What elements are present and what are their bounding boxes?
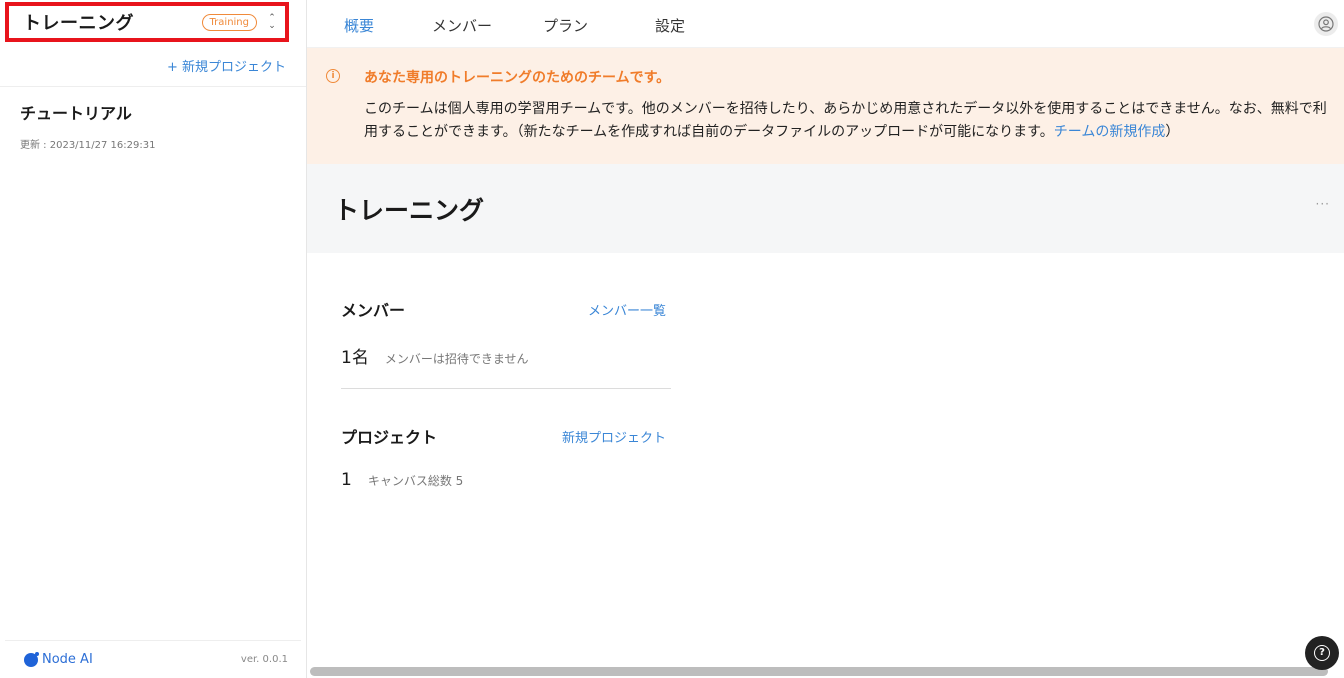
project-name: チュートリアル (20, 104, 132, 123)
notice-title: あなた専用のトレーニングのためのチームです。 (364, 70, 671, 86)
user-avatar-icon[interactable] (1314, 12, 1338, 36)
training-notice-banner: i あなた専用のトレーニングのためのチームです。 このチームは個人専用の学習用チ… (307, 48, 1344, 164)
member-list-link[interactable]: メンバー一覧 (588, 300, 666, 319)
team-header: トレーニング ··· (307, 164, 1344, 253)
notice-close-paren: ） (1165, 124, 1180, 140)
sidebar-divider (0, 86, 306, 87)
notice-body: このチームは個人専用の学習用チームです。他のメンバーを招待したり、あらかじめ用意… (364, 98, 1339, 144)
sidebar: トレーニング Training ⌃ ⌄ + 新規プロジェクト チュートリアル 更新… (0, 0, 307, 678)
info-icon: i (326, 69, 340, 83)
brand-logo[interactable]: Node AI (24, 651, 241, 667)
chevron-up-down-icon[interactable]: ⌃ ⌄ (267, 13, 277, 31)
canvas-total-note: キャンバス総数 5 (367, 474, 464, 488)
project-count: 1 (341, 470, 352, 490)
new-project-button[interactable]: 新規プロジェクト (562, 427, 666, 446)
question-icon: ? (1314, 645, 1330, 661)
projects-title: プロジェクト (341, 428, 438, 447)
projects-section: プロジェクト 新規プロジェクト 1 キャンバス総数 5 (341, 424, 671, 490)
help-button[interactable]: ? (1305, 636, 1339, 670)
project-updated: 更新 : 2023/11/27 16:29:31 (20, 140, 156, 151)
create-team-link[interactable]: チームの新規作成 (1054, 124, 1166, 140)
new-project-link[interactable]: + 新規プロジェクト (167, 56, 286, 75)
top-nav: 概要 メンバー プラン 設定 (307, 0, 1344, 48)
notice-text: このチームは個人専用の学習用チームです。他のメンバーを招待したり、あらかじめ用意… (364, 101, 1327, 140)
more-options-icon[interactable]: ··· (1316, 197, 1330, 211)
node-ai-logo-icon (24, 651, 39, 667)
training-badge: Training (201, 13, 257, 31)
horizontal-scrollbar[interactable] (310, 667, 1328, 676)
project-item[interactable]: チュートリアル 更新 : 2023/11/27 16:29:31 (20, 100, 290, 151)
tab-plan[interactable]: プラン (543, 15, 588, 36)
tab-members[interactable]: メンバー (432, 15, 492, 36)
page-title: トレーニング (334, 196, 485, 225)
member-note: メンバーは招待できません (384, 352, 529, 366)
team-name: トレーニング (23, 13, 134, 34)
brand-name: Node AI (42, 652, 93, 667)
section-divider (341, 388, 671, 389)
tab-settings[interactable]: 設定 (655, 15, 685, 36)
team-switcher[interactable]: トレーニング Training ⌃ ⌄ (5, 2, 289, 42)
sidebar-footer: Node AI ver. 0.0.1 (5, 640, 301, 678)
tab-overview[interactable]: 概要 (344, 15, 374, 36)
version-label: ver. 0.0.1 (240, 654, 288, 665)
members-section: メンバー メンバー一覧 1名 メンバーは招待できません (341, 297, 671, 368)
member-count: 1名 (341, 348, 369, 368)
members-title: メンバー (341, 301, 406, 320)
